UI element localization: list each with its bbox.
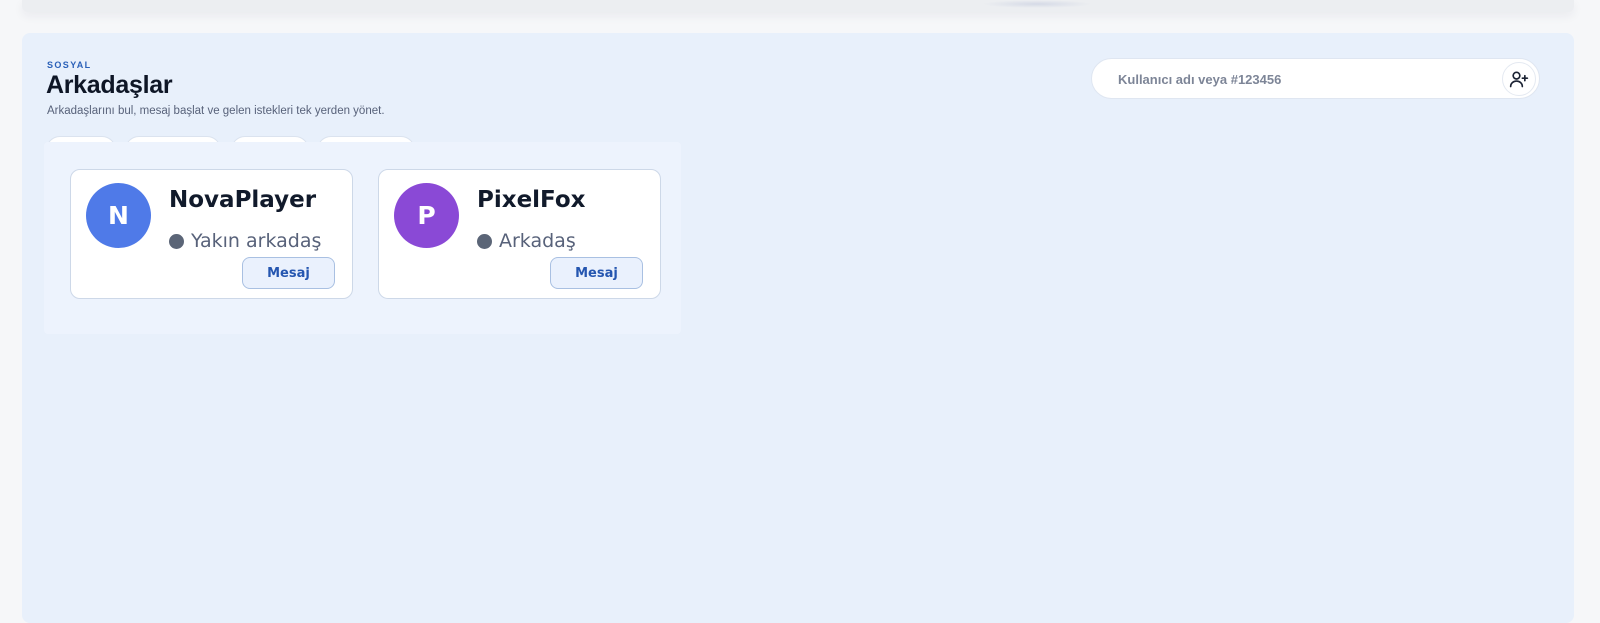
status-dot	[477, 233, 492, 249]
top-bar-glow	[982, 0, 1092, 8]
friend-status: Yakın arkadaş	[169, 230, 321, 252]
friend-card: P PixelFox Arkadaş Mesaj	[378, 169, 661, 299]
friend-name: PixelFox	[477, 187, 586, 213]
add-friend-button[interactable]	[1502, 62, 1536, 96]
friend-card: N NovaPlayer Yakın arkadaş Mesaj	[70, 169, 353, 299]
friend-name: NovaPlayer	[169, 187, 317, 213]
message-button[interactable]: Mesaj	[550, 257, 643, 289]
section-eyebrow: SOSYAL	[47, 60, 92, 70]
search-input[interactable]	[1118, 69, 1488, 89]
page-title: Arkadaşlar	[46, 71, 173, 99]
search-bar	[1091, 58, 1540, 99]
friend-status-label: Yakın arkadaş	[191, 230, 322, 252]
page-subtitle: Arkadaşlarını bul, mesaj başlat ve gelen…	[47, 105, 385, 117]
user-plus-icon	[1509, 71, 1529, 88]
avatar: N	[86, 183, 151, 248]
friends-panel: SOSYAL Arkadaşlar Arkadaşlarını bul, mes…	[22, 33, 1574, 623]
friends-grid: N NovaPlayer Yakın arkadaş Mesaj P Pixel…	[44, 142, 681, 334]
avatar: P	[394, 183, 459, 248]
message-button[interactable]: Mesaj	[242, 257, 335, 289]
top-bar	[22, 0, 1574, 12]
friend-status-label: Arkadaş	[499, 230, 576, 252]
friend-status: Arkadaş	[477, 230, 576, 252]
status-dot	[169, 233, 184, 249]
